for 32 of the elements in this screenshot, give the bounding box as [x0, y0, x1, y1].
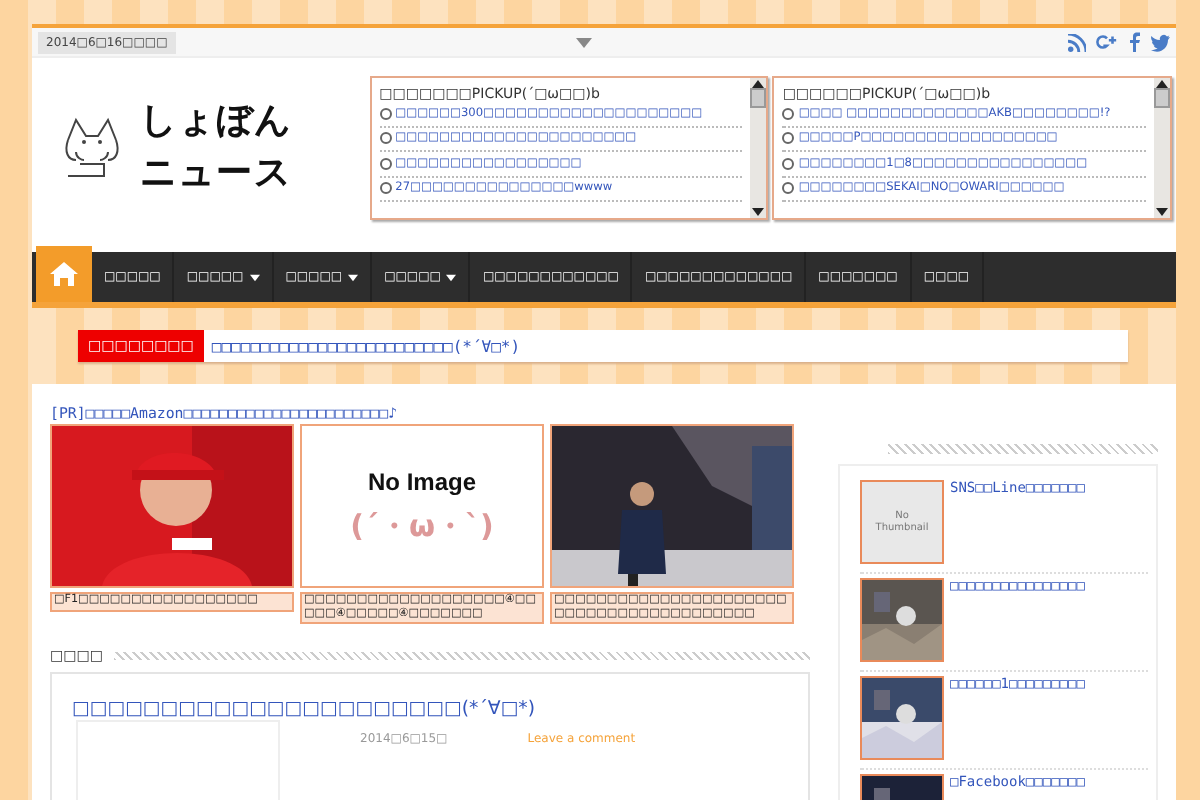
caret-icon: [446, 273, 457, 281]
caret-icon: [249, 273, 260, 281]
twitter-icon[interactable]: [1150, 33, 1170, 51]
headline-link[interactable]: □□□□□□□□□□□□□□□□□□□□□□□□□(*´∀□*): [203, 337, 521, 355]
circle-icon: [379, 107, 392, 120]
scrollbar[interactable]: [1154, 78, 1170, 218]
house-icon: [50, 262, 78, 286]
circle-icon: [782, 107, 795, 120]
facebook-icon[interactable]: [1128, 32, 1140, 52]
logo-text[interactable]: しょぼん: [140, 96, 292, 148]
thumbnail[interactable]: No Image (´・ω・`): [300, 424, 544, 588]
thumbnail[interactable]: [860, 578, 944, 662]
circle-icon: [379, 132, 392, 145]
scroll-down-icon[interactable]: [752, 208, 765, 216]
thumbnail[interactable]: [860, 676, 944, 760]
caret-icon: [348, 273, 359, 281]
circle-icon: [379, 182, 392, 195]
no-image-text: No Image: [367, 467, 476, 495]
caret-icon[interactable]: [575, 37, 592, 47]
google-plus-icon[interactable]: [1096, 32, 1118, 52]
post-title[interactable]: □□□□□□□□□□□□□□□□□□□□□□(*´∀□*): [72, 698, 808, 720]
circle-icon: [782, 132, 795, 145]
scroll-thumb[interactable]: [750, 88, 767, 108]
logo-text[interactable]: ニュース: [140, 148, 292, 200]
circle-icon: [379, 157, 392, 170]
emoticon-text: (´・ω・`): [350, 507, 494, 545]
circle-icon: [782, 182, 795, 195]
scroll-thumb[interactable]: [1154, 88, 1170, 108]
rss-icon[interactable]: [1068, 33, 1086, 51]
scroll-down-icon[interactable]: [1156, 208, 1168, 216]
circle-icon: [782, 157, 795, 170]
scrollbar[interactable]: [750, 78, 767, 218]
